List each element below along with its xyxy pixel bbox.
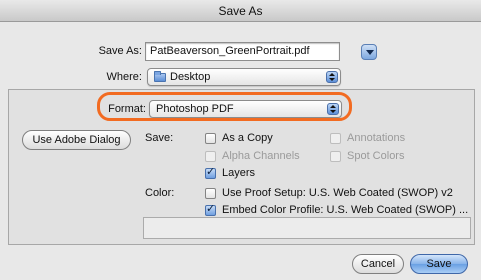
where-popup[interactable]: Desktop xyxy=(147,68,341,86)
where-value: Desktop xyxy=(170,71,211,83)
use-adobe-dialog-button[interactable]: Use Adobe Dialog xyxy=(22,130,131,150)
save-as-filename-input[interactable]: PatBeaverson_GreenPortrait.pdf xyxy=(145,42,340,61)
as-a-copy-checkbox[interactable] xyxy=(205,133,216,144)
layers-label: Layers xyxy=(222,167,256,179)
spot-colors-label: Spot Colors xyxy=(347,150,405,162)
embed-color-profile-label: Embed Color Profile: U.S. Web Coated (SW… xyxy=(222,204,469,216)
popup-arrows-icon xyxy=(326,71,338,83)
window-title: Save As xyxy=(218,4,263,18)
folder-icon xyxy=(154,71,166,82)
format-highlight-annotation xyxy=(97,92,352,121)
annotations-label: Annotations xyxy=(347,132,406,144)
use-proof-setup-checkbox[interactable] xyxy=(205,188,216,199)
where-label: Where: xyxy=(106,71,142,83)
color-options-label: Color: xyxy=(145,187,175,199)
title-bar: Save As xyxy=(0,0,481,22)
save-options-label: Save: xyxy=(145,132,174,144)
as-a-copy-label: As a Copy xyxy=(222,132,273,144)
checkmark-icon: ✓ xyxy=(206,166,216,178)
alpha-channels-checkbox xyxy=(205,151,216,162)
embed-color-profile-checkbox[interactable]: ✓ xyxy=(205,203,216,216)
cancel-button[interactable]: Cancel xyxy=(352,254,404,274)
save-button[interactable]: Save xyxy=(410,254,468,274)
save-as-label: Save As: xyxy=(98,45,142,57)
alpha-channels-label: Alpha Channels xyxy=(222,150,300,162)
use-proof-setup-label: Use Proof Setup: U.S. Web Coated (SWOP) … xyxy=(222,187,453,199)
spot-colors-checkbox xyxy=(330,151,341,162)
annotations-checkbox xyxy=(330,133,341,144)
warning-message-box xyxy=(143,217,471,239)
checkmark-icon: ✓ xyxy=(206,203,216,215)
layers-checkbox[interactable]: ✓ xyxy=(205,166,216,179)
expand-dialog-button[interactable] xyxy=(361,44,377,60)
